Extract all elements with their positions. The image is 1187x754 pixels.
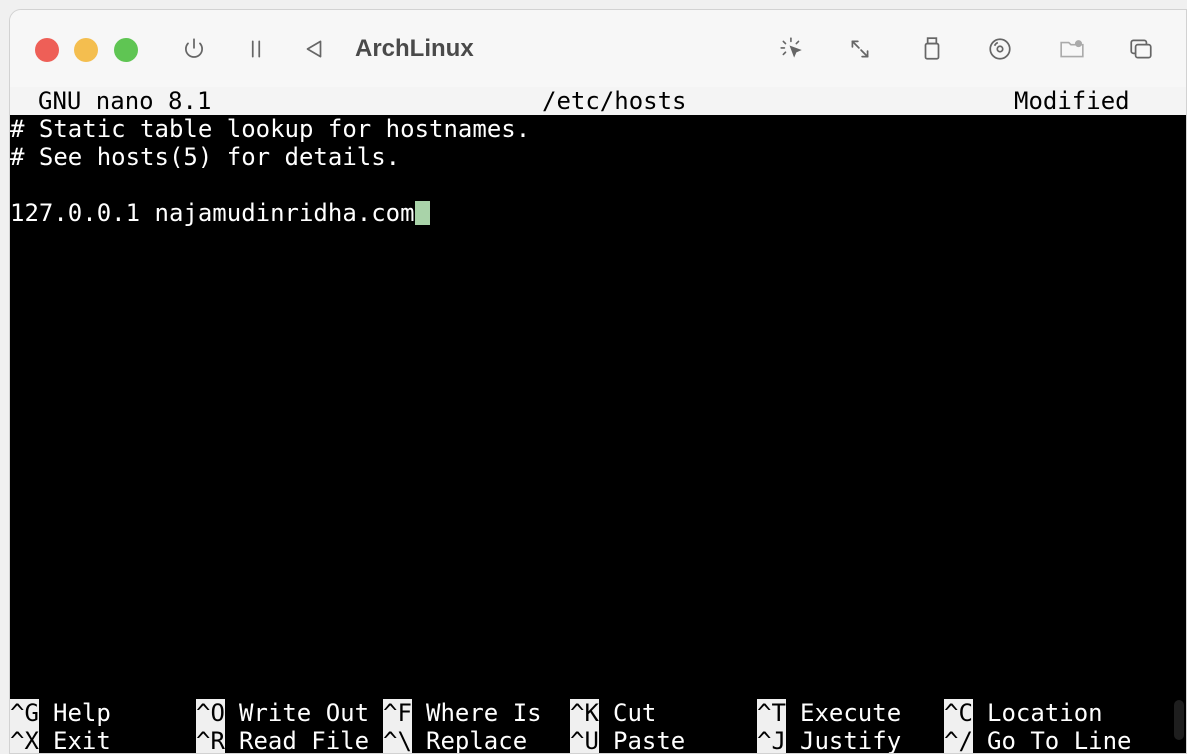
nano-status-bar: GNU nano 8.1 /etc/hosts Modified <box>10 87 1186 115</box>
minimize-button[interactable] <box>74 38 98 62</box>
shortcut-key: ^X <box>10 727 39 754</box>
disc-icon[interactable] <box>984 33 1016 65</box>
shared-folder-icon[interactable] <box>1056 33 1088 65</box>
resize-arrows-icon[interactable] <box>844 33 876 65</box>
maximize-button[interactable] <box>114 38 138 62</box>
power-icon[interactable] <box>178 33 210 65</box>
text-line: 127.0.0.1 najamudinridha.com <box>10 199 415 227</box>
terminal-screen[interactable]: GNU nano 8.1 /etc/hosts Modified # Stati… <box>10 87 1186 754</box>
shortcut-go-to-line[interactable]: Go To Line <box>987 727 1132 753</box>
shortcut-cut[interactable]: Cut <box>613 699 656 727</box>
close-button[interactable] <box>35 38 59 62</box>
shortcut-location[interactable]: Location <box>987 699 1103 727</box>
shortcut-read-file[interactable]: Read File <box>239 727 369 753</box>
shortcut-help[interactable]: Help <box>53 699 111 727</box>
shortcut-key: ^J <box>757 727 786 754</box>
text-cursor <box>414 201 430 225</box>
shortcut-key: ^C <box>944 699 973 727</box>
shortcut-replace[interactable]: Replace <box>426 727 527 753</box>
modified-indicator: Modified <box>1014 87 1130 115</box>
shortcut-justify[interactable]: Justify <box>800 727 901 753</box>
shortcut-where-is[interactable]: Where Is <box>426 699 542 727</box>
back-triangle-icon[interactable] <box>298 33 330 65</box>
shortcut-key: ^T <box>757 699 786 727</box>
cursor-capture-icon[interactable] <box>776 33 808 65</box>
title-bar: ArchLinux <box>10 10 1186 87</box>
shortcut-key: ^/ <box>944 727 973 754</box>
scroll-indicator[interactable] <box>1174 700 1184 740</box>
shortcut-row-2: ^X Exit ^R Read File ^\ Replace ^U Paste… <box>10 727 1186 754</box>
shortcut-exit[interactable]: Exit <box>53 727 111 753</box>
shortcut-key: ^U <box>570 727 599 754</box>
shortcut-row-1: ^G Help ^O Write Out ^F Where Is ^K Cut … <box>10 699 1186 727</box>
shortcut-key: ^G <box>10 699 39 727</box>
vm-window: ArchLinux GNU nano 8.1 /etc/hosts Modifi… <box>9 9 1187 754</box>
usb-icon[interactable] <box>916 33 948 65</box>
pause-icon[interactable] <box>240 33 272 65</box>
text-line: # See hosts(5) for details. <box>10 143 401 171</box>
text-line-editing: 127.0.0.1 najamudinridha.com <box>10 199 430 227</box>
shortcut-key: ^K <box>570 699 599 727</box>
shortcut-key: ^F <box>383 699 412 727</box>
shortcut-key: ^R <box>196 727 225 754</box>
shortcut-write-out[interactable]: Write Out <box>239 699 369 727</box>
shortcut-execute[interactable]: Execute <box>800 699 901 727</box>
window-title: ArchLinux <box>355 35 474 62</box>
shortcut-key: ^\ <box>383 727 412 754</box>
shortcut-key: ^O <box>196 699 225 727</box>
text-line: # Static table lookup for hostnames. <box>10 115 531 143</box>
windows-icon[interactable] <box>1125 33 1157 65</box>
file-name: /etc/hosts <box>542 87 687 115</box>
shortcut-paste[interactable]: Paste <box>613 727 685 753</box>
nano-version: GNU nano 8.1 <box>38 87 212 115</box>
